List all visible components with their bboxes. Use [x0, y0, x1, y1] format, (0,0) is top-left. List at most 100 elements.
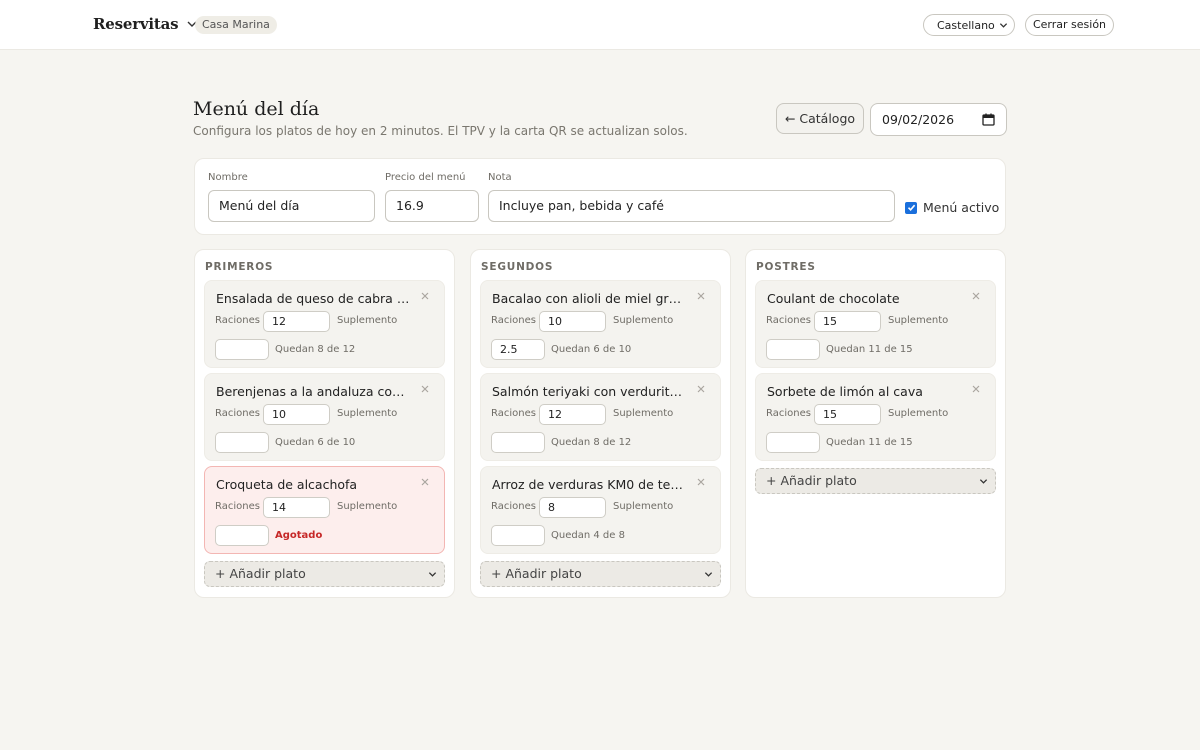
supplement-label: Suplemento — [337, 315, 398, 326]
dish-name: Ensalada de queso de cabra y ... — [216, 291, 411, 306]
portions-label: Raciones — [215, 408, 260, 419]
supplement-label: Suplemento — [613, 408, 674, 419]
language-value: Castellano — [937, 18, 995, 32]
portions-input[interactable]: 14 — [263, 497, 330, 518]
date-value: 09/02/2026 — [882, 112, 955, 127]
close-icon[interactable] — [696, 291, 706, 301]
close-icon[interactable] — [420, 384, 430, 394]
supplement-input[interactable] — [491, 432, 545, 453]
date-input[interactable]: 09/02/2026 — [870, 103, 1007, 136]
supplement-label: Suplemento — [337, 501, 398, 512]
add-dish-label: + Añadir plato — [766, 473, 857, 488]
stock-status: Quedan 8 de 12 — [275, 344, 356, 355]
active-label: Menú activo — [923, 200, 1000, 215]
add-dish-label: + Añadir plato — [491, 566, 582, 581]
dish-name: Bacalao con alioli de miel grati... — [492, 291, 687, 306]
chevron-down-icon — [428, 572, 437, 577]
stock-status: Quedan 8 de 12 — [551, 437, 632, 448]
portions-input[interactable]: 10 — [263, 404, 330, 425]
brand-menu[interactable]: Reservitas — [93, 15, 198, 33]
name-input[interactable]: Menú del día — [208, 190, 375, 222]
portions-label: Raciones — [766, 408, 811, 419]
supplement-input[interactable]: 2.5 — [491, 339, 545, 360]
dish-name: Berenjenas a la andaluza con ... — [216, 384, 411, 399]
dish-card: Berenjenas a la andaluza con ... Racione… — [204, 373, 445, 461]
close-icon[interactable] — [971, 384, 981, 394]
stock-status: Quedan 6 de 10 — [275, 437, 356, 448]
supplement-input[interactable] — [215, 525, 269, 546]
stock-status: Quedan 11 de 15 — [826, 344, 913, 355]
portions-label: Raciones — [215, 315, 260, 326]
dish-card: Ensalada de queso de cabra y ... Racione… — [204, 280, 445, 368]
active-toggle[interactable]: Menú activo — [905, 200, 999, 215]
close-icon[interactable] — [971, 291, 981, 301]
note-label: Nota — [488, 172, 512, 183]
chevron-down-icon — [999, 23, 1008, 28]
course-title: PRIMEROS — [205, 261, 274, 273]
close-icon[interactable] — [696, 384, 706, 394]
supplement-input[interactable] — [215, 432, 269, 453]
active-checkbox[interactable] — [905, 201, 917, 214]
check-icon — [907, 204, 915, 211]
close-icon[interactable] — [420, 477, 430, 487]
portions-input[interactable]: 12 — [539, 404, 606, 425]
add-dish-label: + Añadir plato — [215, 566, 306, 581]
dish-card: Bacalao con alioli de miel grati... Raci… — [480, 280, 721, 368]
language-select[interactable]: Castellano — [923, 14, 1015, 36]
stock-status: Quedan 6 de 10 — [551, 344, 632, 355]
course-column-primeros: PRIMEROS Ensalada de queso de cabra y ..… — [194, 249, 455, 598]
dish-name: Sorbete de limón al cava — [767, 384, 923, 399]
add-dish-select[interactable]: + Añadir plato — [755, 468, 996, 494]
dish-card: Arroz de verduras KM0 de tem... Raciones… — [480, 466, 721, 554]
portions-input[interactable]: 12 — [263, 311, 330, 332]
supplement-input[interactable] — [491, 525, 545, 546]
supplement-input[interactable] — [215, 339, 269, 360]
price-label: Precio del menú — [385, 172, 466, 183]
logout-button[interactable]: Cerrar sesión — [1025, 14, 1114, 36]
supplement-input[interactable] — [766, 432, 820, 453]
add-dish-select[interactable]: + Añadir plato — [480, 561, 721, 587]
course-title: SEGUNDOS — [481, 261, 554, 273]
supplement-label: Suplemento — [888, 315, 949, 326]
supplement-input[interactable] — [766, 339, 820, 360]
dish-name: Arroz de verduras KM0 de tem... — [492, 477, 687, 492]
note-input[interactable]: Incluye pan, bebida y café — [488, 190, 895, 222]
dish-card-sold-out: Croqueta de alcachofa Raciones 14 Suplem… — [204, 466, 445, 554]
dish-name: Croqueta de alcachofa — [216, 477, 358, 492]
brand-name: Reservitas — [93, 15, 179, 33]
portions-label: Raciones — [491, 315, 536, 326]
dish-card: Sorbete de limón al cava Raciones 15 Sup… — [755, 373, 996, 461]
menu-settings-card: Nombre Menú del día Precio del menú 16.9… — [194, 158, 1006, 235]
portions-input[interactable]: 10 — [539, 311, 606, 332]
dish-name: Coulant de chocolate — [767, 291, 900, 306]
portions-label: Raciones — [491, 501, 536, 512]
course-title: POSTRES — [756, 261, 816, 273]
restaurant-badge: Casa Marina — [195, 16, 277, 34]
stock-status: Quedan 4 de 8 — [551, 530, 625, 541]
page-subtitle: Configura los platos de hoy en 2 minutos… — [193, 124, 688, 138]
calendar-icon[interactable] — [982, 113, 995, 126]
supplement-label: Suplemento — [613, 501, 674, 512]
price-input[interactable]: 16.9 — [385, 190, 479, 222]
portions-input[interactable]: 15 — [814, 404, 881, 425]
chevron-down-icon — [704, 572, 713, 577]
add-dish-select[interactable]: + Añadir plato — [204, 561, 445, 587]
sold-out-status: Agotado — [275, 530, 323, 541]
portions-label: Raciones — [491, 408, 536, 419]
catalog-button[interactable]: ← Catálogo — [776, 103, 864, 134]
portions-input[interactable]: 15 — [814, 311, 881, 332]
dish-name: Salmón teriyaki con verduritas ... — [492, 384, 687, 399]
supplement-label: Suplemento — [888, 408, 949, 419]
stock-status: Quedan 11 de 15 — [826, 437, 913, 448]
supplement-label: Suplemento — [337, 408, 398, 419]
supplement-label: Suplemento — [613, 315, 674, 326]
portions-label: Raciones — [766, 315, 811, 326]
dish-card: Coulant de chocolate Raciones 15 Supleme… — [755, 280, 996, 368]
portions-input[interactable]: 8 — [539, 497, 606, 518]
close-icon[interactable] — [696, 477, 706, 487]
name-label: Nombre — [208, 172, 248, 183]
chevron-down-icon — [979, 479, 988, 484]
close-icon[interactable] — [420, 291, 430, 301]
portions-label: Raciones — [215, 501, 260, 512]
dish-card: Salmón teriyaki con verduritas ... Racio… — [480, 373, 721, 461]
